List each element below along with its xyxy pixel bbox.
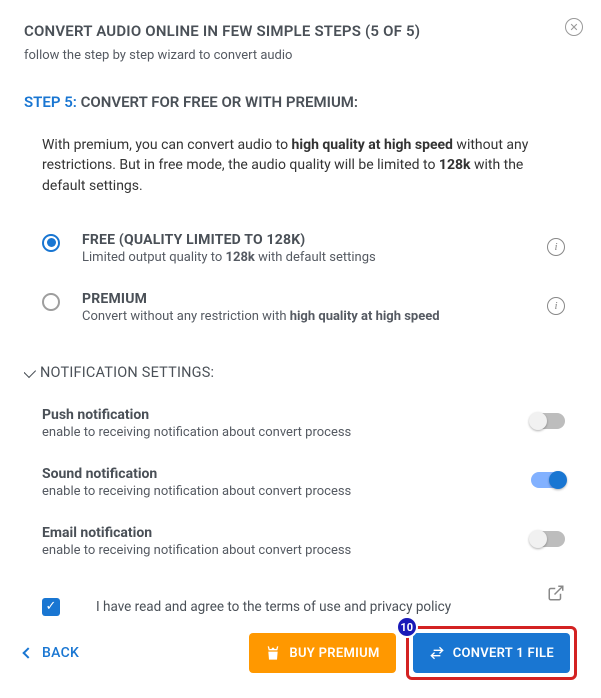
push-notification-toggle[interactable] [531,413,565,429]
plan-free-subtitle: Limited output quality to 128k with defa… [82,250,547,265]
chevron-down-icon [24,364,36,378]
sound-notification-row: Sound notification enable to receiving n… [24,458,569,517]
modal-title: CONVERT AUDIO ONLINE IN FEW SIMPLE STEPS… [24,22,577,40]
plan-premium-body: PREMIUM Convert without any restriction … [82,291,547,324]
plan-free-title: FREE (QUALITY LIMITED TO 128K) [82,232,547,248]
email-notification-row: Email notification enable to receiving n… [24,517,569,576]
notification-section-header[interactable]: NOTIFICATION SETTINGS: [24,364,569,381]
convert-button-label: CONVERT 1 FILE [453,646,554,661]
close-icon[interactable]: ✕ [565,18,583,36]
notification-section-title: NOTIFICATION SETTINGS: [40,364,214,381]
email-notification-subtitle: enable to receiving notification about c… [42,543,531,558]
plan-premium-subtitle: Convert without any restriction with hig… [82,309,547,324]
buy-premium-button[interactable]: BUY PREMIUM [249,633,395,673]
plan-premium-title: PREMIUM [82,291,547,307]
external-link-icon[interactable] [547,584,565,602]
footer-bar: BACK BUY PREMIUM 10 CONVERT 1 FILE [24,626,577,680]
plan-free-row[interactable]: FREE (QUALITY LIMITED TO 128K) Limited o… [24,224,569,283]
push-notification-row: Push notification enable to receiving no… [24,399,569,458]
shopping-bag-icon [265,645,281,661]
content-scroll[interactable]: With premium, you can convert audio to h… [24,115,583,638]
email-notification-toggle[interactable] [531,531,565,547]
chevron-left-icon [22,647,33,658]
step-number: STEP 5: [24,93,77,111]
email-notification-title: Email notification [42,525,531,541]
push-notification-title: Push notification [42,407,531,423]
modal-subtitle: follow the step by step wizard to conver… [24,48,577,63]
step-title: CONVERT FOR FREE OR WITH PREMIUM: [81,93,358,111]
radio-unselected-icon[interactable] [42,293,60,311]
swap-icon [429,645,445,661]
info-icon[interactable]: i [547,297,565,315]
buy-premium-label: BUY PREMIUM [289,646,379,661]
radio-selected-icon[interactable] [42,234,60,252]
premium-description: With premium, you can convert audio to h… [42,135,569,196]
info-icon[interactable]: i [547,238,565,256]
terms-agree-row: ✓ I have read and agree to the terms of … [42,598,569,616]
push-notification-subtitle: enable to receiving notification about c… [42,425,531,440]
sound-notification-title: Sound notification [42,466,531,482]
back-button-label: BACK [42,645,79,661]
plan-premium-row[interactable]: PREMIUM Convert without any restriction … [24,283,569,342]
convert-button-highlight: 10 CONVERT 1 FILE [406,626,577,680]
wizard-modal: ✕ CONVERT AUDIO ONLINE IN FEW SIMPLE STE… [0,0,601,698]
convert-button[interactable]: CONVERT 1 FILE [413,633,570,673]
sound-notification-subtitle: enable to receiving notification about c… [42,484,531,499]
terms-checkbox[interactable]: ✓ [42,598,60,616]
step-heading: STEP 5: CONVERT FOR FREE OR WITH PREMIUM… [24,93,577,111]
sound-notification-toggle[interactable] [531,472,565,488]
step-badge: 10 [396,616,418,638]
plan-free-body: FREE (QUALITY LIMITED TO 128K) Limited o… [82,232,547,265]
terms-text: I have read and agree to the terms of us… [96,599,451,615]
back-button[interactable]: BACK [24,645,79,661]
